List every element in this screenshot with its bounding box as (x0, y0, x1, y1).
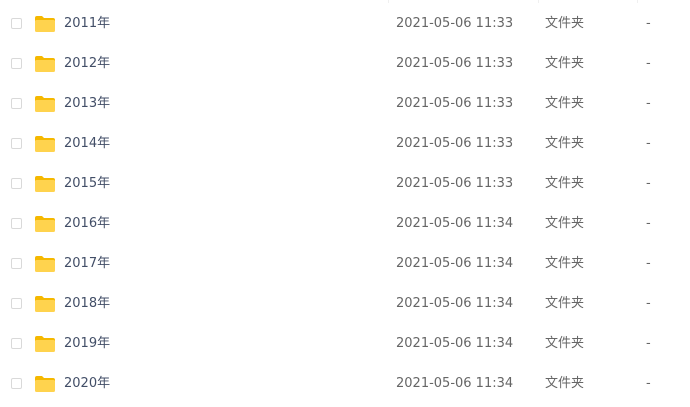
file-type: 文件夹 (545, 216, 585, 231)
file-size: - (646, 96, 651, 111)
column-divider (388, 0, 389, 3)
file-size: - (646, 336, 651, 351)
file-row[interactable]: 2014年 2021-05-06 11:33 文件夹 - (0, 124, 690, 164)
modified-date: 2021-05-06 11:34 (396, 216, 514, 231)
file-type: 文件夹 (545, 376, 585, 391)
column-divider (538, 0, 539, 3)
row-checkbox[interactable] (11, 378, 22, 389)
file-size: - (646, 376, 651, 391)
folder-icon (35, 336, 55, 352)
file-row[interactable]: 2015年 2021-05-06 11:33 文件夹 - (0, 164, 690, 204)
file-row[interactable]: 2013年 2021-05-06 11:33 文件夹 - (0, 84, 690, 124)
folder-name[interactable]: 2015年 (64, 175, 110, 192)
file-row[interactable]: 2016年 2021-05-06 11:34 文件夹 - (0, 204, 690, 244)
modified-date: 2021-05-06 11:34 (396, 336, 514, 351)
column-divider (637, 0, 638, 3)
modified-date: 2021-05-06 11:33 (396, 176, 514, 191)
row-checkbox[interactable] (11, 218, 22, 229)
file-type: 文件夹 (545, 136, 585, 151)
folder-name[interactable]: 2020年 (64, 375, 110, 392)
modified-date: 2021-05-06 11:34 (396, 296, 514, 311)
file-size: - (646, 136, 651, 151)
file-list: 2011年 2021-05-06 11:33 文件夹 - 2012年 2021-… (0, 0, 690, 407)
folder-icon (35, 136, 55, 152)
file-row[interactable]: 2018年 2021-05-06 11:34 文件夹 - (0, 284, 690, 324)
folder-name[interactable]: 2011年 (64, 15, 110, 32)
file-size: - (646, 56, 651, 71)
modified-date: 2021-05-06 11:34 (396, 376, 514, 391)
file-type: 文件夹 (545, 336, 585, 351)
file-row[interactable]: 2019年 2021-05-06 11:34 文件夹 - (0, 324, 690, 364)
folder-name[interactable]: 2016年 (64, 215, 110, 232)
folder-name[interactable]: 2018年 (64, 295, 110, 312)
folder-name[interactable]: 2017年 (64, 255, 110, 272)
file-size: - (646, 16, 651, 31)
modified-date: 2021-05-06 11:33 (396, 56, 514, 71)
file-type: 文件夹 (545, 296, 585, 311)
modified-date: 2021-05-06 11:33 (396, 16, 514, 31)
row-checkbox[interactable] (11, 138, 22, 149)
row-checkbox[interactable] (11, 178, 22, 189)
file-type: 文件夹 (545, 256, 585, 271)
file-row[interactable]: 2011年 2021-05-06 11:33 文件夹 - (0, 4, 690, 44)
folder-icon (35, 16, 55, 32)
folder-icon (35, 376, 55, 392)
file-size: - (646, 296, 651, 311)
folder-icon (35, 256, 55, 272)
modified-date: 2021-05-06 11:33 (396, 136, 514, 151)
modified-date: 2021-05-06 11:33 (396, 96, 514, 111)
file-row[interactable]: 2020年 2021-05-06 11:34 文件夹 - (0, 364, 690, 404)
file-row[interactable]: 2017年 2021-05-06 11:34 文件夹 - (0, 244, 690, 284)
folder-icon (35, 176, 55, 192)
file-type: 文件夹 (545, 176, 585, 191)
row-checkbox[interactable] (11, 298, 22, 309)
folder-name[interactable]: 2013年 (64, 95, 110, 112)
folder-icon (35, 296, 55, 312)
folder-icon (35, 216, 55, 232)
folder-name[interactable]: 2019年 (64, 335, 110, 352)
file-type: 文件夹 (545, 16, 585, 31)
file-type: 文件夹 (545, 56, 585, 71)
file-size: - (646, 216, 651, 231)
file-size: - (646, 256, 651, 271)
modified-date: 2021-05-06 11:34 (396, 256, 514, 271)
folder-name[interactable]: 2012年 (64, 55, 110, 72)
file-size: - (646, 176, 651, 191)
folder-icon (35, 96, 55, 112)
folder-name[interactable]: 2014年 (64, 135, 110, 152)
row-checkbox[interactable] (11, 98, 22, 109)
file-type: 文件夹 (545, 96, 585, 111)
row-checkbox[interactable] (11, 58, 22, 69)
row-checkbox[interactable] (11, 258, 22, 269)
row-checkbox[interactable] (11, 18, 22, 29)
file-row[interactable]: 2012年 2021-05-06 11:33 文件夹 - (0, 44, 690, 84)
folder-icon (35, 56, 55, 72)
row-checkbox[interactable] (11, 338, 22, 349)
